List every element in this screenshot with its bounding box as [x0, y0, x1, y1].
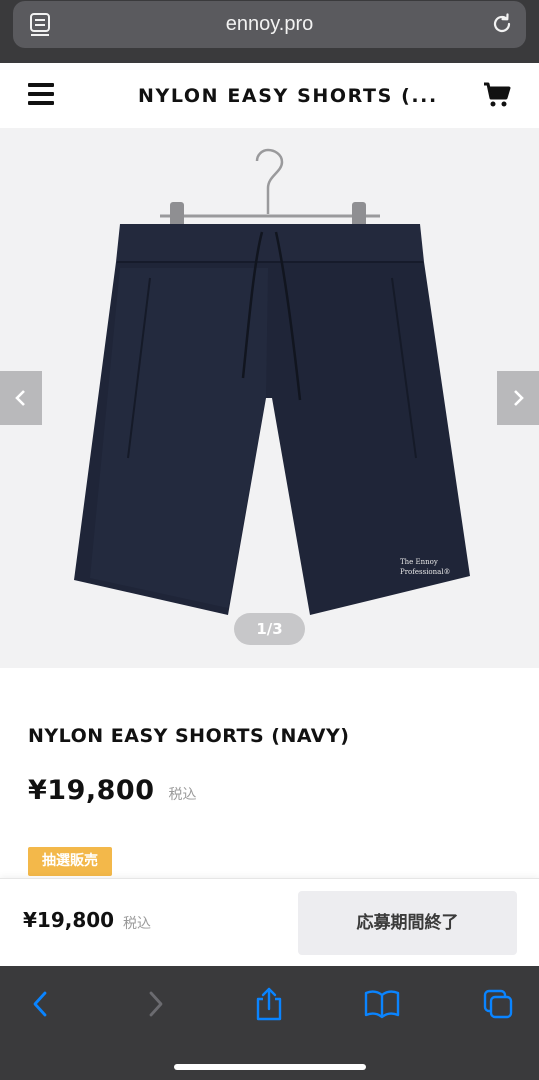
share-button[interactable] [251, 986, 287, 1022]
garment-label-line2: Professional® [400, 568, 451, 576]
purchase-bar-price: ¥19,800 [23, 908, 115, 932]
bookmarks-button[interactable] [364, 986, 400, 1022]
chevron-left-icon [15, 390, 25, 406]
image-counter: 1/3 [234, 613, 305, 645]
forward-button[interactable] [138, 986, 174, 1022]
next-image-button[interactable] [497, 371, 539, 425]
lottery-sale-badge: 抽選販売 [28, 847, 112, 876]
tabs-button[interactable] [480, 986, 516, 1022]
share-icon [256, 987, 282, 1021]
product-name: NYLON EASY SHORTS (NAVY) [28, 725, 350, 747]
url-field[interactable]: ennoy.pro [13, 1, 526, 48]
cart-icon[interactable] [483, 82, 511, 108]
product-price: ¥19,800 [28, 775, 155, 806]
garment-label-line1: The Ennoy [400, 558, 438, 566]
reload-icon[interactable] [490, 12, 514, 36]
purchase-bar: ¥19,800 税込 応募期間終了 [0, 878, 539, 966]
purchase-bar-tax-label: 税込 [123, 916, 151, 932]
tabs-icon [483, 989, 513, 1019]
chevron-right-icon [514, 390, 524, 406]
forward-icon [149, 991, 163, 1017]
browser-address-bar: ennoy.pro [0, 0, 539, 63]
bookmarks-icon [364, 990, 400, 1019]
application-closed-button[interactable]: 応募期間終了 [298, 891, 517, 955]
home-indicator [174, 1064, 366, 1070]
tax-label: 税込 [168, 787, 197, 803]
url-text[interactable]: ennoy.pro [13, 13, 526, 36]
back-icon [33, 991, 47, 1017]
product-image-gallery[interactable]: The Ennoy Professional® 1/3 [0, 128, 539, 668]
site-header: NYLON EASY SHORTS (... [0, 63, 539, 128]
hamburger-menu-icon[interactable] [28, 83, 54, 105]
price-row: ¥19,800 税込 [28, 775, 196, 806]
product-image: The Ennoy Professional® [74, 148, 470, 615]
page-title: NYLON EASY SHORTS (... [138, 85, 438, 107]
browser-toolbar [0, 966, 539, 1080]
previous-image-button[interactable] [0, 371, 42, 425]
back-button[interactable] [22, 986, 58, 1022]
